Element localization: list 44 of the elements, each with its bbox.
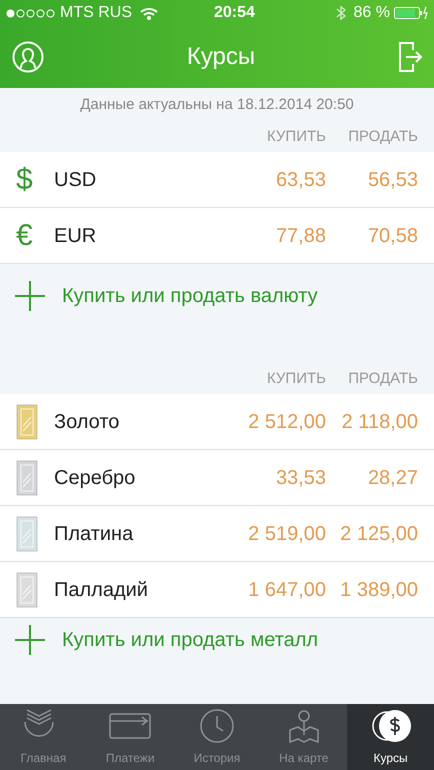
sell-rate: 56,53 [366, 168, 418, 192]
sell-rate: 70,58 [366, 224, 418, 248]
plus-icon [14, 624, 46, 656]
column-header: ПРОДАТЬ [347, 368, 418, 389]
asset-name: EUR [54, 224, 96, 248]
buy-rate: 2 512,00 [247, 410, 326, 434]
trade-link[interactable]: Купить или продать металл [0, 618, 434, 662]
battery-icon [394, 6, 428, 20]
bluetooth-icon [336, 5, 346, 21]
screen-title: Курсы [186, 42, 256, 72]
clock-time: 20:54 [214, 3, 255, 23]
asset-name: Серебро [54, 466, 136, 490]
sell-rate: 1 389,00 [339, 578, 418, 602]
signal-icon [6, 8, 56, 18]
battery-percent: 86 % [354, 3, 390, 23]
currency-symbol: $ [16, 162, 34, 198]
column-header: КУПИТЬ [266, 368, 326, 389]
asset-name: USD [54, 168, 96, 192]
tab-card[interactable]: Платежи [86, 704, 174, 770]
asset-name: Палладий [54, 578, 148, 602]
column-header: КУПИТЬ [266, 126, 326, 147]
currency-symbol: € [16, 218, 34, 254]
buy-rate: 2 519,00 [247, 522, 326, 546]
sell-rate: 2 125,00 [339, 522, 418, 546]
sell-rate: 2 118,00 [340, 410, 418, 434]
buy-rate: 33,53 [274, 466, 326, 490]
tab-home[interactable]: Главная [0, 704, 87, 770]
tab-clock[interactable]: История [174, 704, 260, 770]
profile-button[interactable] [12, 41, 44, 73]
buy-rate: 1 647,00 [247, 578, 326, 602]
buy-rate: 63,53 [274, 168, 326, 192]
column-header: ПРОДАТЬ [347, 126, 418, 147]
tab-coin[interactable]: Курсы [347, 704, 434, 770]
asset-name: Золото [54, 410, 120, 434]
buy-rate: 77,88 [274, 224, 326, 248]
update-notice: Данные актуальны на 18.12.2014 20:50 [79, 94, 355, 115]
carrier-name: MTS RUS [60, 3, 132, 23]
logout-button[interactable] [398, 41, 422, 73]
plus-icon [14, 280, 46, 312]
wifi-icon [140, 6, 158, 20]
asset-name: Платина [54, 522, 134, 546]
tab-map[interactable]: На карте [260, 704, 348, 770]
sell-rate: 28,27 [366, 466, 418, 490]
trade-link[interactable]: Купить или продать валюту [0, 264, 434, 328]
